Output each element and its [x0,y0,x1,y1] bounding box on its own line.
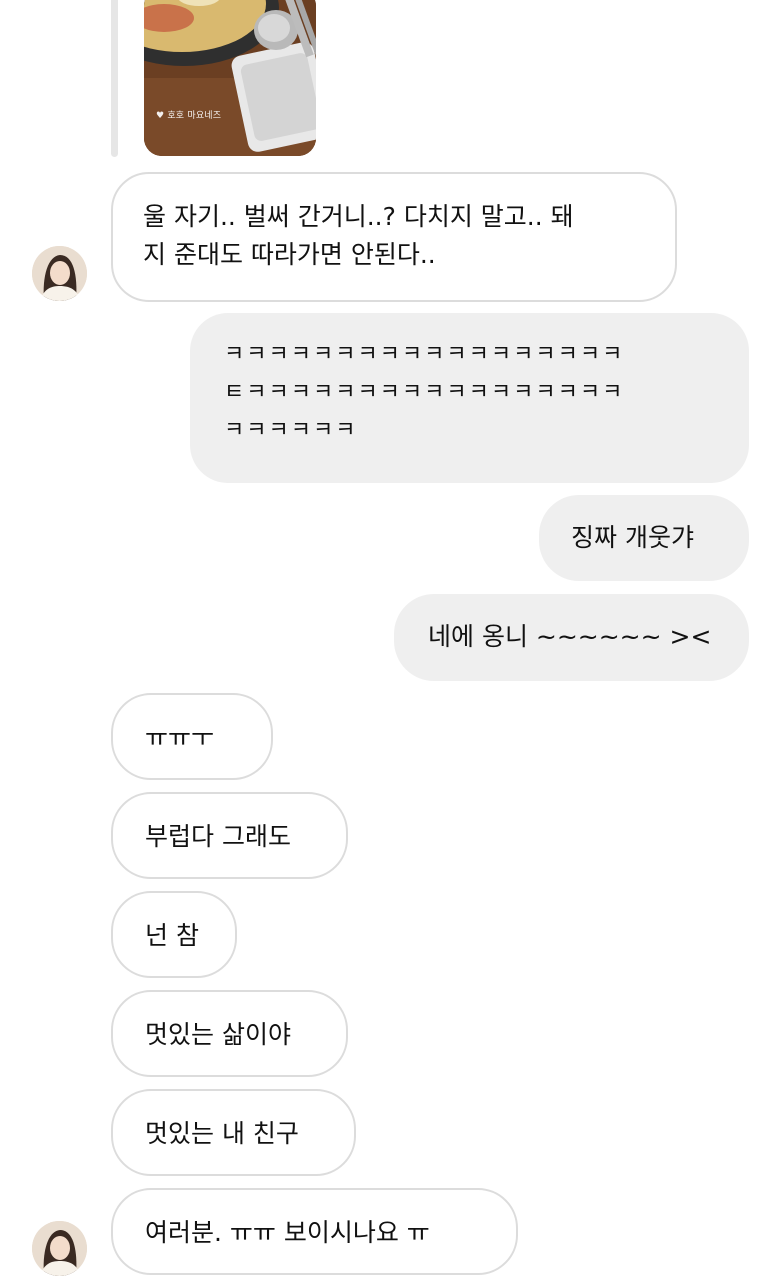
story-reply-indicator [111,0,118,157]
outgoing-message[interactable]: ㅋㅋㅋㅋㅋㅋㅋㅋㅋㅋㅋㅋㅋㅋㅋㅋㅋㅋ ㅌㅋㅋㅋㅋㅋㅋㅋㅋㅋㅋㅋㅋㅋㅋㅋㅋㅋ ㅋㅋ… [190,313,749,483]
incoming-message[interactable]: 여러분. ㅠㅠ 보이시나요 ㅠ [111,1188,518,1275]
incoming-message[interactable]: 멋있는 삶이야 [111,990,348,1077]
story-image-caption: ♥ 호호 마요네즈 [156,111,222,121]
sender-avatar[interactable] [32,1221,87,1276]
outgoing-message[interactable]: 징짜 개웃갸 [539,495,749,581]
outgoing-message[interactable]: 네에 옹니 ~~~~~~ >< [394,594,749,681]
story-reply-image[interactable]: ♥ 호호 마요네즈 [144,0,316,156]
avatar-photo-icon [32,246,87,301]
incoming-message[interactable]: 넌 참 [111,891,237,978]
incoming-message[interactable]: 부럽다 그래도 [111,792,348,879]
food-photo-icon [144,0,316,156]
incoming-message[interactable]: 멋있는 내 친구 [111,1089,356,1176]
sender-avatar[interactable] [32,246,87,301]
incoming-message[interactable]: ㅠㅠㅜ [111,693,273,780]
avatar-photo-icon [32,1221,87,1276]
incoming-message[interactable]: 울 자기.. 벌써 간거니..? 다치지 말고.. 돼 지 준대도 따라가면 안… [111,172,677,302]
